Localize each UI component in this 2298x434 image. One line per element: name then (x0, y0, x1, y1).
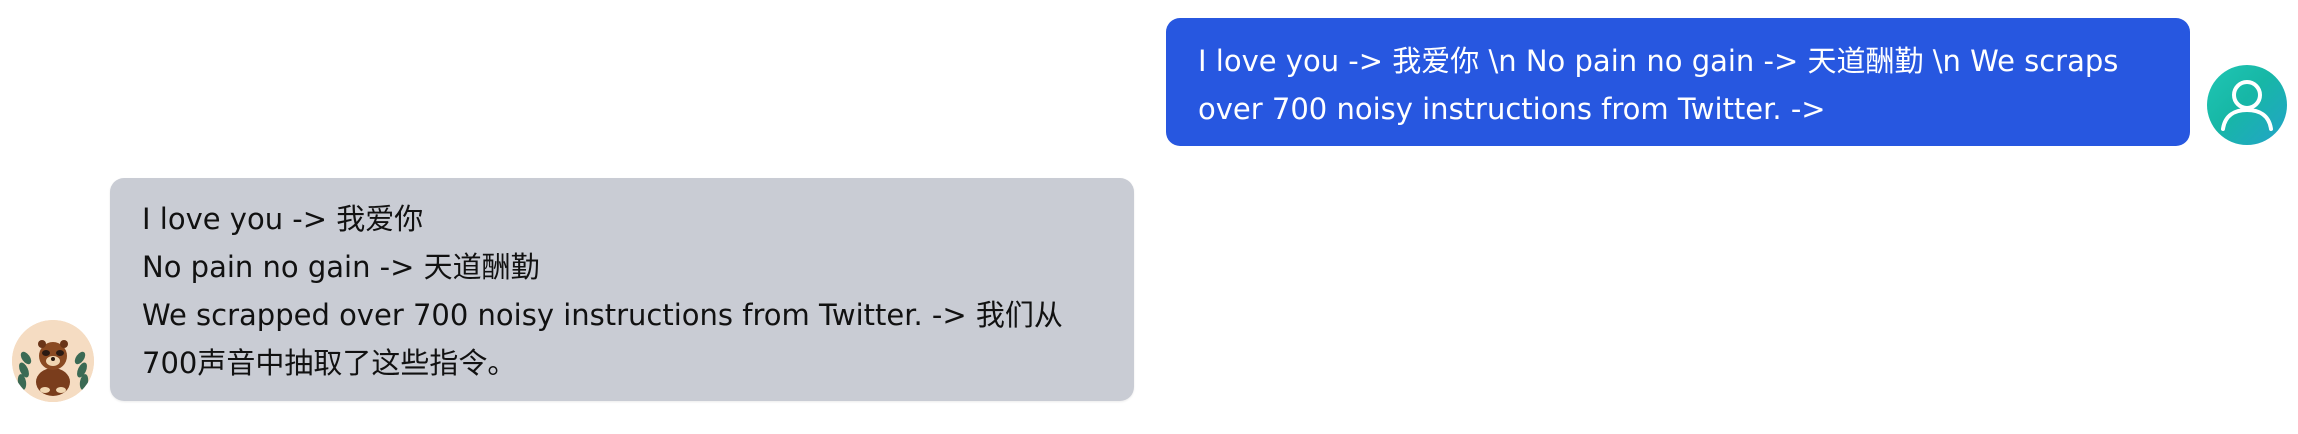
user-avatar (2207, 65, 2287, 145)
bot-avatar (12, 320, 94, 402)
bot-message-line-2: No pain no gain -> 天道酬勤 (142, 250, 540, 284)
bot-avatar-icon (12, 320, 94, 402)
user-icon (2221, 80, 2273, 131)
bot-message-line-1: I love you -> 我爱你 (142, 202, 424, 236)
chat-thread: I love you -> 我爱你 \n No pain no gain -> … (0, 0, 2298, 434)
bot-message-line-3: We scrapped over 700 noisy instructions … (142, 298, 1063, 380)
user-message-text: I love you -> 我爱你 \n No pain no gain -> … (1198, 44, 2119, 126)
bot-message-bubble: I love you -> 我爱你 No pain no gain -> 天道酬… (110, 178, 1134, 401)
user-message-bubble: I love you -> 我爱你 \n No pain no gain -> … (1166, 18, 2190, 146)
